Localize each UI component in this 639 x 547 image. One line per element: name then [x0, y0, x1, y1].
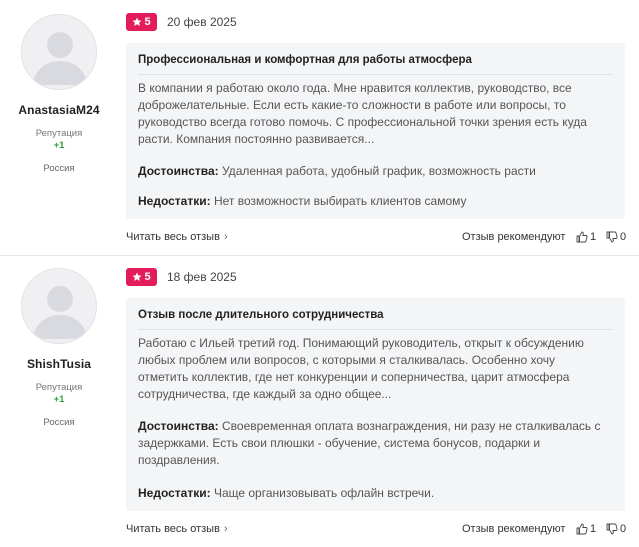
like-count: 1 — [590, 231, 597, 243]
review-card: AnastasiaM24 Репутация +1 Россия 5 20 фе… — [0, 0, 639, 255]
review-cons: Недостатки: Чаще организовывать офлайн в… — [138, 485, 608, 502]
review-date: 20 фев 2025 — [167, 15, 237, 29]
rating-badge: 5 — [126, 268, 157, 286]
pros-label: Достоинства: — [138, 419, 219, 433]
pros-label: Достоинства: — [138, 164, 219, 178]
thumbs-up-icon — [576, 231, 588, 243]
read-full-review-link[interactable]: Читать весь отзыв › — [126, 231, 228, 243]
review-footer: Читать весь отзыв › Отзыв рекомендуют 1 … — [126, 231, 629, 247]
thumbs-down-icon — [606, 523, 618, 535]
rating-value: 5 — [144, 271, 151, 283]
review-footer: Читать весь отзыв › Отзыв рекомендуют 1 … — [126, 523, 629, 539]
review-content: Профессиональная и комфортная для работы… — [126, 43, 625, 219]
recommend-label: Отзыв рекомендуют — [462, 523, 566, 535]
reputation-value: +1 — [53, 140, 65, 151]
thumbs-up-icon — [576, 523, 588, 535]
read-full-label: Читать весь отзыв — [126, 231, 220, 243]
chevron-right-icon: › — [223, 231, 228, 243]
review-title: Отзыв после длительного сотрудничества — [138, 309, 384, 321]
dislike-count: 0 — [620, 523, 627, 535]
title-divider — [138, 329, 613, 330]
review-pros: Достоинства: Удаленная работа, удобный г… — [138, 163, 608, 180]
like-button[interactable]: 1 — [576, 231, 596, 243]
title-divider — [138, 74, 613, 75]
reviewer-username[interactable]: ShishTusia — [15, 357, 103, 371]
pros-text: Удаленная работа, удобный график, возмож… — [222, 164, 536, 178]
reviewer-country: Россия — [43, 163, 75, 174]
dislike-count: 0 — [620, 231, 627, 243]
reviewer-country: Россия — [43, 417, 75, 428]
reputation-label: Репутация — [35, 128, 83, 139]
cons-label: Недостатки: — [138, 194, 211, 208]
like-count: 1 — [590, 523, 597, 535]
dislike-button[interactable]: 0 — [606, 231, 626, 243]
read-full-label: Читать весь отзыв — [126, 523, 220, 535]
avatar[interactable] — [21, 268, 97, 344]
review-date: 18 фев 2025 — [167, 270, 237, 284]
chevron-right-icon: › — [223, 523, 228, 535]
dislike-button[interactable]: 0 — [606, 523, 626, 535]
review-pros: Достоинства: Своевременная оплата вознаг… — [138, 418, 608, 469]
star-icon — [132, 272, 142, 281]
review-text: Работаю с Ильей третий год. Понимающий р… — [138, 336, 584, 401]
recommend-label: Отзыв рекомендуют — [462, 231, 566, 243]
cons-text: Чаще организовывать офлайн встречи. — [213, 486, 435, 500]
like-button[interactable]: 1 — [576, 523, 596, 535]
reputation-label: Репутация — [35, 382, 83, 393]
review-title: Профессиональная и комфортная для работы… — [138, 54, 472, 66]
avatar[interactable] — [21, 14, 97, 90]
review-content: Отзыв после длительного сотрудничества Р… — [126, 298, 625, 511]
rating-badge: 5 — [126, 13, 157, 31]
reviewer-username[interactable]: AnastasiaM24 — [15, 103, 103, 117]
user-placeholder-icon — [32, 286, 88, 339]
review-cons: Недостатки: Нет возможности выбирать кли… — [138, 193, 608, 210]
review-text: В компании я работаю около года. Мне нра… — [138, 81, 587, 146]
user-placeholder-icon — [32, 32, 88, 85]
reputation-value: +1 — [53, 394, 65, 405]
cons-label: Недостатки: — [138, 486, 211, 500]
review-card: ShishTusia Репутация +1 Россия 5 18 фев … — [0, 256, 639, 547]
thumbs-down-icon — [606, 231, 618, 243]
reviewer-info: AnastasiaM24 Репутация +1 Россия — [15, 14, 103, 174]
rating-value: 5 — [144, 16, 151, 28]
star-icon — [132, 17, 142, 26]
cons-text: Нет возможности выбирать клиентов самому — [213, 194, 467, 208]
read-full-review-link[interactable]: Читать весь отзыв › — [126, 523, 228, 535]
reviewer-info: ShishTusia Репутация +1 Россия — [15, 268, 103, 428]
